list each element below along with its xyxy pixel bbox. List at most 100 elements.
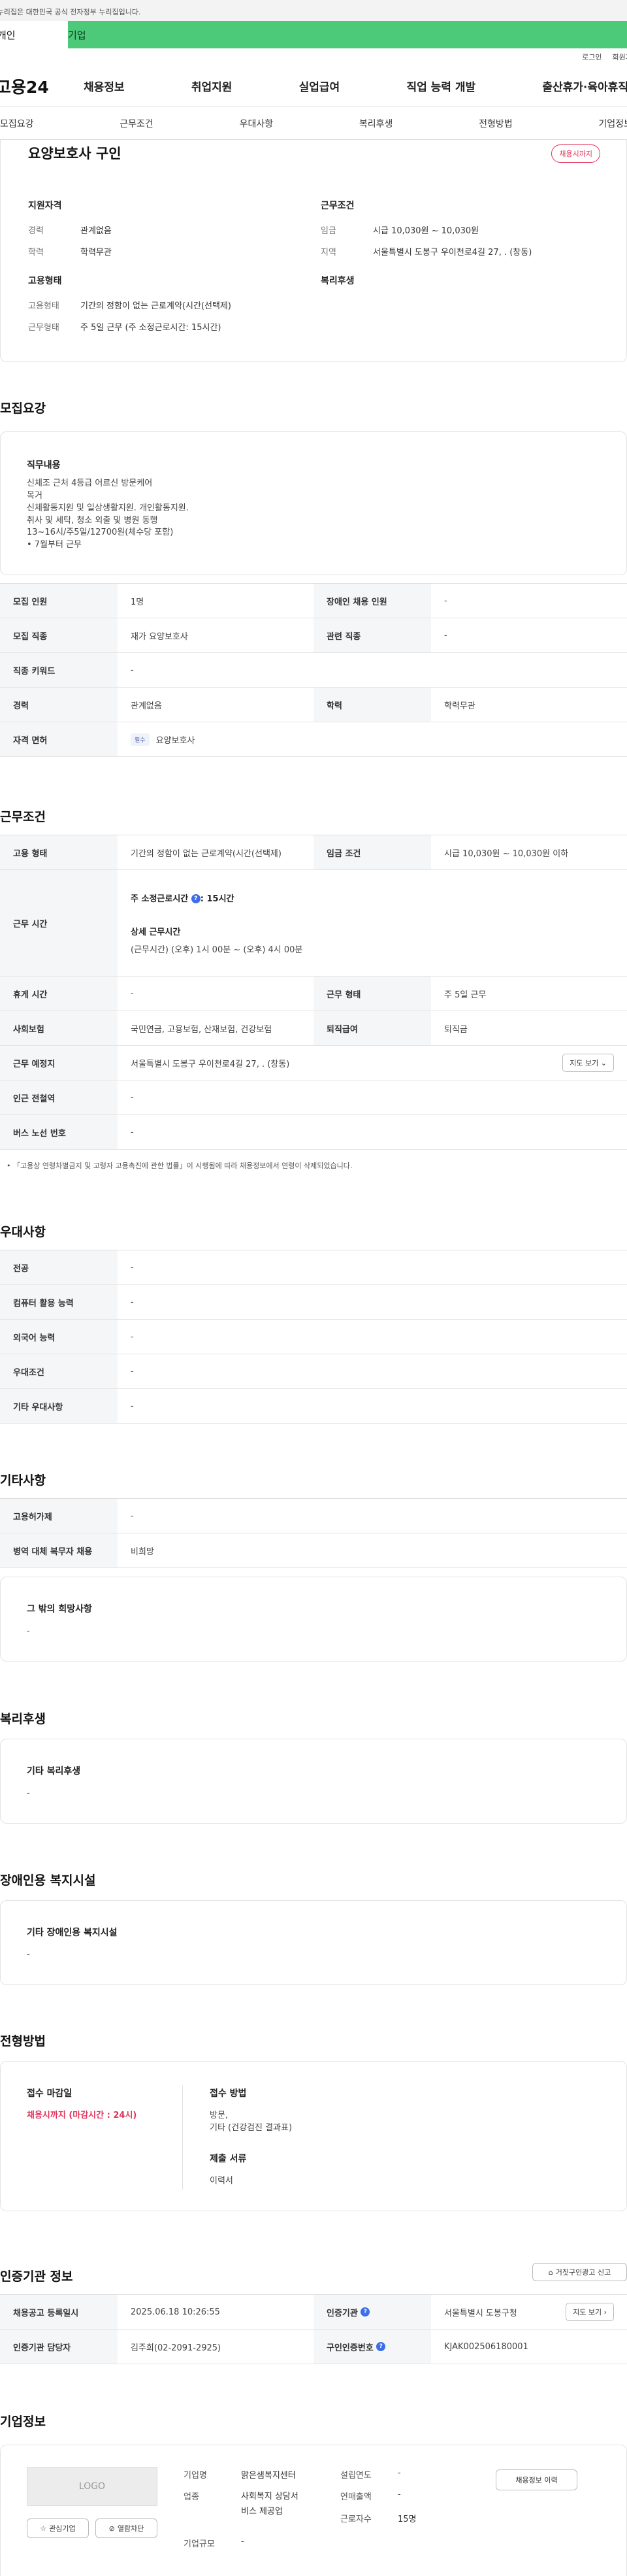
age-law-footnote: • 「고용상 연령차별금지 및 고령자 고용촉진에 관한 법률」이 시행됨에 따…	[7, 1162, 353, 1170]
table-value: 주 5일 근무	[444, 990, 487, 1000]
tab-company-label: 기업	[68, 29, 86, 41]
duty-box: 직무내용 신체조 근처 4등급 어르신 방문케어 목거 신체활동지원 및 일상생…	[0, 431, 627, 575]
summary-row: 지역 서울특별시 도봉구 우이천로4길 27, . (창동)	[321, 245, 532, 258]
section-nav-recruit[interactable]: 모집요강	[0, 117, 34, 130]
favorite-company-button[interactable]: ☆ 관심기업	[27, 2518, 89, 2538]
welfare-value: -	[27, 1788, 30, 1798]
job-title: 요양보호사 구인	[28, 146, 121, 161]
table-value: 필수 요양보호사	[118, 722, 627, 756]
table-value: -	[131, 1297, 134, 1307]
gnb-item-jobs[interactable]: 채용정보	[84, 78, 125, 94]
table-value: -	[131, 1511, 134, 1521]
company-key: 기업규모	[184, 2539, 215, 2549]
table-key: 퇴직급여	[314, 1011, 431, 1045]
license-value: 요양보호사	[155, 735, 195, 746]
table-value: 비희망	[131, 1547, 154, 1557]
duty-line: 목거	[27, 490, 42, 501]
gnb-item-unemployment-benefit[interactable]: 실업급여	[299, 78, 340, 94]
section-nav-company[interactable]: 기업정보	[598, 117, 627, 130]
section-nav-screening[interactable]: 전형방법	[479, 117, 513, 130]
tab-personal[interactable]: 개인	[0, 21, 68, 48]
table-value: 1명	[131, 597, 144, 607]
login-link[interactable]: 로그인	[582, 52, 602, 62]
table-row: 직종 키워드 -	[0, 653, 627, 688]
deadline-value: 채용시까지 (마감시간 : 24시)	[27, 2111, 137, 2120]
table-key: 근무 예정지	[0, 1046, 118, 1080]
summary-qualification-heading: 지원자격	[28, 201, 62, 211]
section-nav: 모집요강 근무조건 우대사항 복리후생 전형방법 기업정보	[0, 107, 627, 140]
job-history-button[interactable]: 채용정보 이력	[496, 2469, 577, 2490]
false-ad-report-button[interactable]: ⌂ 거짓구인광고 신고	[532, 2263, 627, 2281]
summary-key: 경력	[28, 226, 44, 236]
table-row: 인증기관 담당자 김주희(02-2091-2925) 구인인증번호 ? KJAK…	[0, 2330, 627, 2364]
other-wish-value: -	[27, 1626, 30, 1636]
table-key: 고용 형태	[0, 835, 118, 869]
table-row: 경력 관계없음 학력 학력무관	[0, 688, 627, 722]
block-view-button[interactable]: ⊘ 열람차단	[95, 2518, 157, 2538]
company-value: 맑은샘복지센터	[241, 2471, 296, 2481]
map-view-button-label: 지도 보기	[570, 1059, 599, 1067]
section-nav-preference[interactable]: 우대사항	[240, 117, 274, 130]
duty-line: 신체조 근처 4등급 어르신 방문케어	[27, 478, 153, 488]
deadline-heading: 접수 마감일	[27, 2088, 72, 2099]
summary-value: 시급 10,030원 ~ 10,030원	[373, 226, 479, 236]
company-key: 업종	[184, 2492, 199, 2502]
table-row: 기타 우대사항 -	[0, 1389, 627, 1424]
table-key: 기타 우대사항	[0, 1389, 118, 1423]
info-icon[interactable]: ?	[376, 2342, 386, 2351]
gnb-item-job-training[interactable]: 직업 능력 개발	[406, 78, 475, 94]
method-block: 접수 방법 방문, 기타 (건강검진 결과표) 제출 서류 이력서	[210, 2086, 292, 2188]
summary-key: 근무형태	[28, 323, 59, 333]
company-size-row: 기업규모 -	[184, 2537, 244, 2549]
work-time-detail-heading: 상세 근무시간	[131, 927, 181, 937]
summary-employment-heading: 고용형태	[28, 276, 62, 286]
table-value: 재가 요양보호사	[131, 631, 188, 642]
gnb-item-employment-support[interactable]: 취업지원	[191, 78, 233, 94]
welfare-box: 기타 복리후생 -	[0, 1739, 627, 1824]
company-value: -	[241, 2537, 244, 2547]
tab-company[interactable]: 기업	[68, 21, 627, 48]
table-row: 외국어 능력 -	[0, 1320, 627, 1354]
summary-key: 고용형태	[28, 301, 59, 311]
section-nav-welfare[interactable]: 복리후생	[359, 117, 393, 130]
table-value: 기간의 정함이 없는 근로계약(시간(선택제)	[131, 848, 281, 859]
site-logo-text: 고용24	[0, 77, 49, 97]
divider	[182, 2085, 183, 2190]
summary-welfare: 복리후생	[321, 274, 355, 299]
duty-heading: 직무내용	[27, 460, 61, 471]
agency-map-button[interactable]: 지도 보기 ›	[566, 2303, 614, 2321]
summary-key: 임금	[321, 226, 336, 236]
table-value: -	[131, 665, 134, 675]
welfare-section-title: 복리후생	[0, 1712, 46, 1726]
table-key: 외국어 능력	[0, 1320, 118, 1354]
site-logo[interactable]: 고용24	[0, 75, 84, 98]
section-nav-work[interactable]: 근무조건	[120, 117, 153, 130]
summary-row: 임금 시급 10,030원 ~ 10,030원	[321, 224, 532, 236]
signup-link[interactable]: 회원가입	[613, 52, 627, 62]
company-key: 근로자수	[340, 2515, 372, 2524]
table-key: 모집 인원	[0, 584, 118, 618]
table-key: 학력	[314, 688, 431, 722]
table-value: 관계없음	[131, 701, 162, 711]
summary-value: 관계없음	[80, 226, 112, 236]
table-key: 임금 조건	[314, 835, 431, 869]
welfare-heading: 기타 복리후생	[27, 1766, 81, 1777]
docs-value: 이력서	[210, 2175, 233, 2186]
table-key: 자격 면허	[0, 722, 118, 756]
table-row: 고용 형태 기간의 정함이 없는 근로계약(시간(선택제) 임금 조건 시급 1…	[0, 835, 627, 870]
tab-personal-label: 개인	[0, 29, 16, 41]
table-value: -	[131, 1331, 134, 1342]
recruit-table: 모집 인원 1명 장애인 채용 인원 - 모집 직종 재가 요양보호사 관련 직…	[0, 583, 627, 757]
duty-line: • 7월부터 근무	[27, 540, 82, 550]
info-icon[interactable]: ?	[191, 894, 201, 903]
info-icon[interactable]: ?	[361, 2307, 370, 2317]
table-row: 모집 직종 재가 요양보호사 관련 직종 -	[0, 618, 627, 653]
table-value: KJAK002506180001	[444, 2341, 528, 2352]
map-view-button[interactable]: 지도 보기 ⌄	[562, 1054, 614, 1072]
company-box: LOGO ☆ 관심기업 ⊘ 열람차단 기업명 맑은샘복지센터 업종 사회복지 상담서 비스…	[0, 2445, 627, 2576]
preference-section-title: 우대사항	[0, 1225, 46, 1239]
work-time-main-value: : 15시간	[200, 894, 234, 904]
gnb-item-parental-leave[interactable]: 출산휴가·육아휴직	[542, 78, 627, 94]
table-row: 고용허가제 -	[0, 1499, 627, 1533]
table-key: 휴게 시간	[0, 977, 118, 1011]
